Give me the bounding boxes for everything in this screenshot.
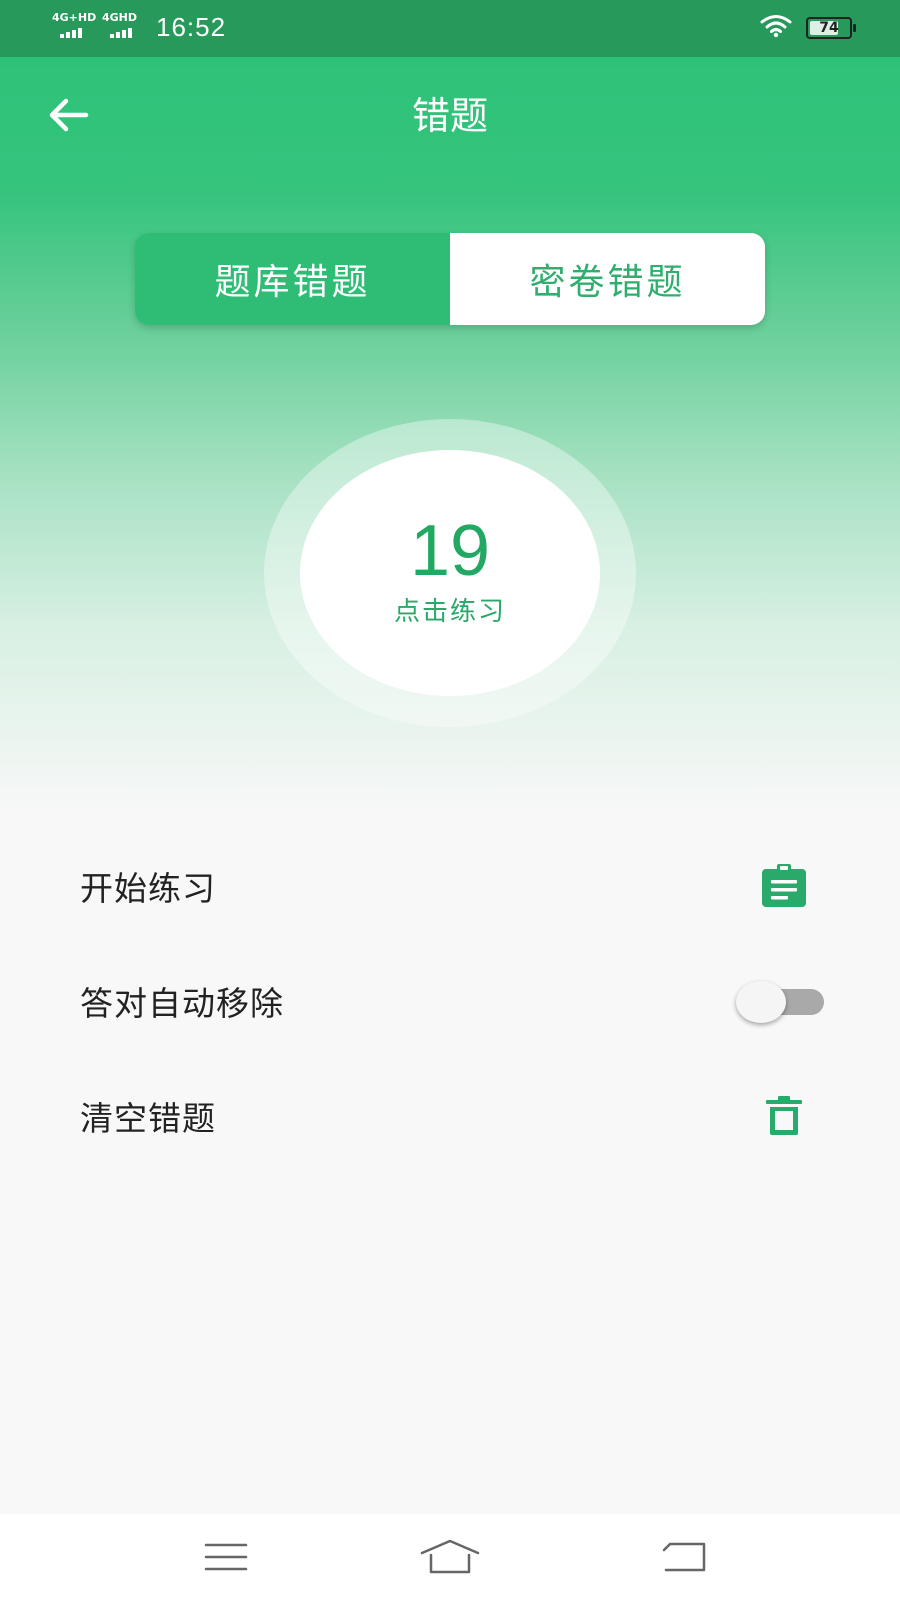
cellular-signal-2-icon: 4GHD	[102, 12, 146, 42]
network-type-2: 4GHD	[102, 11, 138, 24]
home-icon	[419, 1539, 481, 1579]
system-nav-bar	[0, 1514, 900, 1600]
tab-question-bank-errors[interactable]: 题库错题	[135, 233, 450, 325]
auto-remove-row: 答对自动移除	[0, 943, 900, 1058]
page-title: 错题	[411, 94, 488, 138]
clear-errors-label: 清空错题	[80, 1098, 216, 1138]
tab-secret-paper-errors[interactable]: 密卷错题	[450, 233, 765, 325]
recent-apps-button[interactable]	[186, 1534, 266, 1584]
wrong-question-count: 19	[409, 510, 491, 591]
cellular-signal-1-icon: 4G+HD	[52, 12, 96, 42]
menu-icon	[204, 1542, 248, 1576]
network-type-1: 4G+HD	[52, 11, 97, 24]
start-practice-row[interactable]: 开始练习	[0, 828, 900, 943]
status-bar: 4G+HD 4GHD 16:52 74	[0, 0, 900, 57]
practice-hint: 点击练习	[393, 596, 506, 627]
clock: 16:52	[156, 12, 227, 42]
auto-remove-label: 答对自动移除	[80, 983, 284, 1023]
tab-switcher: 题库错题 密卷错题	[135, 233, 765, 325]
options-list: 开始练习 答对自动移除 清空错题	[0, 828, 900, 1173]
trash-icon[interactable]	[760, 1092, 808, 1140]
toggle-knob	[736, 980, 786, 1023]
back-nav-button[interactable]	[644, 1534, 724, 1584]
status-right: 74	[760, 14, 856, 42]
back-button[interactable]	[40, 91, 96, 143]
home-button[interactable]	[410, 1534, 490, 1584]
return-icon	[660, 1540, 708, 1578]
arrow-left-icon	[46, 97, 90, 137]
start-practice-label: 开始练习	[80, 868, 216, 908]
status-left: 4G+HD 4GHD 16:52	[52, 12, 227, 43]
practice-counter-button[interactable]: 19 点击练习	[300, 450, 600, 696]
hero-section: 错题 题库错题 密卷错题 19 点击练习	[0, 57, 900, 817]
clipboard-icon[interactable]	[760, 862, 808, 910]
clear-errors-row[interactable]: 清空错题	[0, 1058, 900, 1173]
wifi-icon	[760, 14, 792, 42]
auto-remove-toggle[interactable]	[736, 980, 828, 1023]
battery-level: 74	[819, 20, 839, 36]
battery-icon: 74	[806, 17, 856, 39]
